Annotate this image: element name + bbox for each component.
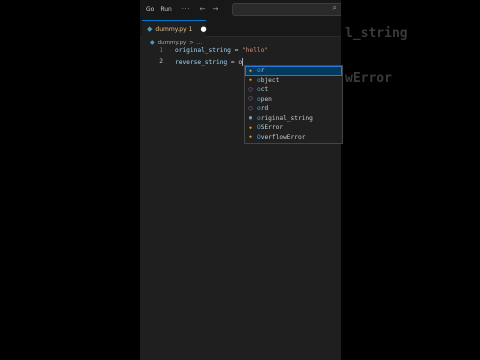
tab-bar: ◆ dummy.py 1 ● <box>140 18 341 37</box>
search-icon: ⌕ <box>332 3 337 12</box>
suggestion-label: pen <box>260 95 272 103</box>
suggestion-item[interactable]: ◈ OverflowError <box>245 133 342 143</box>
function-icon: ⬡ <box>248 105 253 112</box>
identifier-original-string: original_string <box>175 47 231 54</box>
function-icon: ⬡ <box>248 86 253 93</box>
line-number: 1 <box>159 47 163 54</box>
class-icon: ◈ <box>248 77 252 84</box>
text-cursor <box>242 57 244 66</box>
suggestion-item[interactable]: ▣ o riginal_string <box>245 114 342 124</box>
unsaved-dot-icon[interactable]: ● <box>200 25 206 33</box>
suggestion-label: r <box>260 67 265 75</box>
python-file-icon: ◆ <box>147 25 153 33</box>
back-arrow-icon[interactable]: ← <box>200 5 206 13</box>
suggestion-label: ct <box>260 86 269 94</box>
suggestion-label: verflowError <box>260 133 306 141</box>
operator: = <box>227 58 239 66</box>
suggestion-label: SError <box>260 124 284 132</box>
background-code-text-mid: wError <box>345 71 392 86</box>
suggestion-item[interactable]: ⬡ o rd <box>245 104 342 114</box>
class-icon: ◈ <box>248 134 252 141</box>
line-number: 2 <box>159 58 163 65</box>
menu-more-icon[interactable]: ··· <box>182 6 191 13</box>
forward-arrow-icon[interactable]: → <box>212 5 218 13</box>
string-literal: "hello" <box>242 47 269 54</box>
command-center-search[interactable]: ⌕ <box>232 3 341 16</box>
variable-icon: ▣ <box>248 115 252 122</box>
operator: = <box>230 47 243 54</box>
code-line-1[interactable]: 1 original_string = "hello" <box>140 45 341 56</box>
suggestion-label: bject <box>260 76 280 84</box>
suggestion-item[interactable]: ⬡ o pen <box>245 95 342 105</box>
menu-run[interactable]: Run <box>160 6 172 13</box>
editor-window: Go Run ··· ← → ⌕ ◆ dummy.py 1 ● ◆ dummy.… <box>140 0 341 360</box>
tab-dummy-py[interactable]: ◆ dummy.py 1 ● <box>142 20 207 37</box>
suggestion-label: riginal_string <box>260 114 313 122</box>
suggestion-item[interactable]: ◈ o r <box>245 66 342 76</box>
suggestion-item[interactable]: ◈ o bject <box>245 76 342 86</box>
suggestion-item[interactable]: ⬡ o ct <box>245 85 342 95</box>
tab-problem-count: 1 <box>188 25 193 33</box>
suggestion-label: rd <box>260 105 269 113</box>
tab-filename: dummy.py <box>155 25 187 33</box>
identifier-reverse-string: reverse_string <box>175 58 228 66</box>
background-code-text-top: l_string <box>345 26 408 41</box>
function-icon: ⬡ <box>248 96 253 103</box>
code-text: reverse_string = o <box>175 57 244 66</box>
class-icon: ◈ <box>248 67 252 74</box>
class-icon: ◈ <box>248 124 252 131</box>
code-text: original_string = "hello" <box>175 47 268 54</box>
suggestion-widget[interactable]: ◈ o r ◈ o bject ⬡ o ct ⬡ o pen ⬡ o rd ▣ o riginal_string ◈… <box>244 65 343 144</box>
menu-go[interactable]: Go <box>146 6 154 13</box>
suggestion-item[interactable]: ◈ O SError <box>245 123 342 133</box>
menu-bar: Go Run ··· ← → ⌕ <box>140 0 341 18</box>
